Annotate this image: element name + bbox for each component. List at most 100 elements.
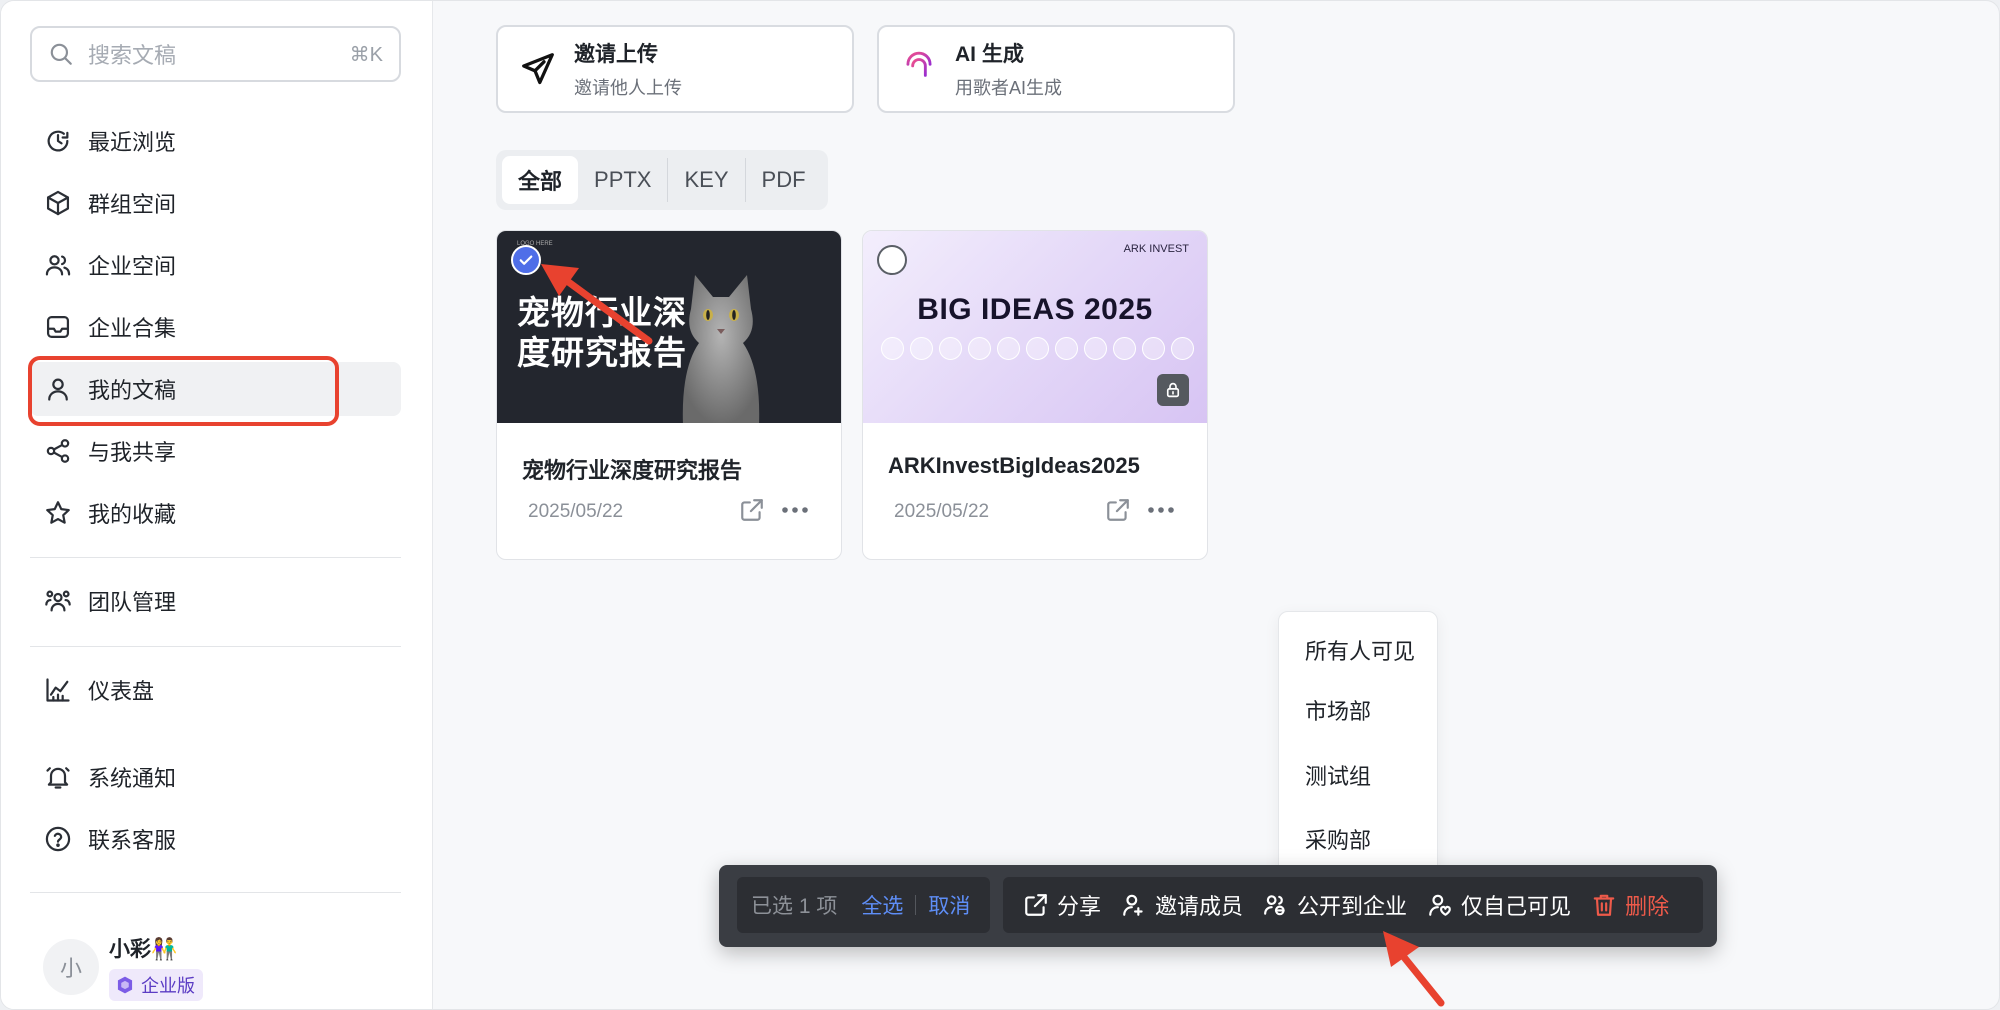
document-card[interactable]: LOGO HERE 宠物行业深 度研究报告 宠物行业深度研究报告 2025/05… xyxy=(496,230,842,560)
menu-item-marketing[interactable]: 市场部 xyxy=(1305,694,1371,726)
bulk-actions: 分享 邀请成员 公开到企业 仅自己可见 删除 xyxy=(1003,877,1703,933)
sidebar-item-label: 系统通知 xyxy=(88,766,177,791)
star-icon xyxy=(46,501,70,524)
filter-tab-pptx[interactable]: PPTX xyxy=(578,156,667,204)
invite-member-label: 邀请成员 xyxy=(1155,894,1244,919)
invite-member-button[interactable]: 邀请成员 xyxy=(1121,889,1243,921)
search-icon xyxy=(50,43,72,65)
select-checkbox[interactable] xyxy=(877,245,907,275)
sidebar-item-enterprise-collection[interactable]: 企业合集 xyxy=(30,300,401,354)
select-checkbox-checked[interactable] xyxy=(511,245,541,275)
add-user-icon xyxy=(1123,894,1143,916)
publish-to-enterprise-button[interactable]: 公开到企业 xyxy=(1263,889,1407,921)
document-thumbnail[interactable]: ARK INVEST BIG IDEAS 2025 xyxy=(863,231,1207,423)
ai-generate-title: AI 生成 xyxy=(955,43,1024,66)
app-window: 搜索文稿 ⌘K 最近浏览 群组空间 企业空间 企业合集 我的文稿 与我共享 我的… xyxy=(0,0,2000,1010)
sidebar-item-label: 企业空间 xyxy=(88,254,177,279)
recent-clock-icon xyxy=(47,130,69,152)
filter-tab-all[interactable]: 全部 xyxy=(502,156,579,204)
sidebar-item-label: 团队管理 xyxy=(88,590,177,615)
document-date: 2025/05/22 xyxy=(528,501,624,522)
sidebar-item-dashboard[interactable]: 仪表盘 xyxy=(30,663,401,717)
sidebar-item-enterprise-space[interactable]: 企业空间 xyxy=(30,238,401,292)
ai-fingerprint-icon xyxy=(906,51,932,85)
sidebar-item-recent[interactable]: 最近浏览 xyxy=(30,114,401,168)
open-external-icon[interactable] xyxy=(739,497,765,523)
help-icon xyxy=(45,826,71,852)
document-name[interactable]: ARKInvestBigIdeas2025 xyxy=(888,453,1140,479)
external-share-icon xyxy=(1025,894,1047,916)
sidebar-item-label: 联系客服 xyxy=(88,828,177,853)
sidebar-item-my-docs[interactable]: 我的文稿 xyxy=(28,356,401,426)
team-icon xyxy=(45,590,71,612)
inbox-icon xyxy=(46,315,70,339)
sidebar-item-label: 我的收藏 xyxy=(88,502,177,527)
sidebar-item-group-space[interactable]: 群组空间 xyxy=(30,176,401,230)
user-profile[interactable]: 小 小彩👫 企业版 xyxy=(43,933,203,1001)
invite-upload-card[interactable]: 邀请上传 邀请他人上传 xyxy=(496,25,854,113)
menu-item-everyone[interactable]: 所有人可见 xyxy=(1305,634,1415,666)
sidebar: 搜索文稿 ⌘K 最近浏览 群组空间 企业空间 企业合集 我的文稿 与我共享 我的… xyxy=(1,1,433,1009)
publish-to-enterprise-label: 公开到企业 xyxy=(1297,894,1408,919)
document-date: 2025/05/22 xyxy=(894,501,990,522)
check-icon xyxy=(519,255,533,265)
main-content: 邀请上传 邀请他人上传 AI 生成 用歌者AI生成 全部 PPTX KEY PD… xyxy=(433,1,1999,1009)
selection-action-bar: 已选 1 项 全选 取消 分享 邀请成员 公开到企业 仅自己可见 删除 xyxy=(719,865,1717,947)
sidebar-item-label: 仪表盘 xyxy=(88,679,155,704)
document-name[interactable]: 宠物行业深度研究报告 xyxy=(522,453,742,485)
private-only-button[interactable]: 仅自己可见 xyxy=(1427,889,1571,921)
sidebar-item-label: 最近浏览 xyxy=(88,130,177,155)
open-external-icon[interactable] xyxy=(1105,497,1131,523)
selection-info: 已选 1 项 全选 取消 xyxy=(737,877,990,933)
menu-item-test-group[interactable]: 测试组 xyxy=(1305,759,1371,791)
chart-icon xyxy=(46,678,70,702)
ai-generate-card[interactable]: AI 生成 用歌者AI生成 xyxy=(877,25,1235,113)
plan-label: 企业版 xyxy=(141,976,195,996)
share-icon xyxy=(46,439,70,463)
locked-badge xyxy=(1157,374,1189,406)
filter-tab-pdf[interactable]: PDF xyxy=(746,156,822,204)
menu-item-procurement[interactable]: 采购部 xyxy=(1305,823,1371,855)
paper-plane-icon xyxy=(522,53,554,85)
users-icon xyxy=(45,255,71,276)
private-user-icon xyxy=(1429,894,1451,916)
invite-upload-subtitle: 邀请他人上传 xyxy=(574,78,682,98)
trash-icon xyxy=(1593,894,1615,916)
sidebar-item-label: 与我共享 xyxy=(88,440,177,465)
delete-button[interactable]: 删除 xyxy=(1591,889,1669,921)
private-only-label: 仅自己可见 xyxy=(1461,894,1572,919)
share-button[interactable]: 分享 xyxy=(1023,889,1101,921)
sidebar-item-shared-with-me[interactable]: 与我共享 xyxy=(30,424,401,478)
sidebar-item-contact-support[interactable]: 联系客服 xyxy=(30,812,401,866)
sidebar-item-favorites[interactable]: 我的收藏 xyxy=(30,486,401,540)
lock-icon xyxy=(1166,382,1180,398)
sidebar-item-label: 我的文稿 xyxy=(88,378,177,403)
thumbnail-brand: ARK INVEST xyxy=(1123,243,1189,255)
cube-icon xyxy=(46,190,70,216)
share-label: 分享 xyxy=(1057,894,1102,919)
cancel-selection-link[interactable]: 取消 xyxy=(928,890,970,920)
sidebar-item-notifications[interactable]: 系统通知 xyxy=(30,750,401,804)
more-options-icon[interactable] xyxy=(781,505,809,515)
visibility-dropdown-menu: 所有人可见 市场部 测试组 采购部 xyxy=(1278,611,1438,876)
group-public-icon xyxy=(1264,895,1285,916)
search-input[interactable]: 搜索文稿 ⌘K xyxy=(30,26,401,82)
sidebar-item-team-management[interactable]: 团队管理 xyxy=(30,574,401,628)
search-placeholder: 搜索文稿 xyxy=(88,43,177,68)
enterprise-shield-icon xyxy=(117,976,133,994)
sidebar-divider xyxy=(30,892,401,893)
document-thumbnail[interactable]: LOGO HERE 宠物行业深 度研究报告 xyxy=(497,231,841,423)
selected-count: 已选 1 项 xyxy=(751,895,838,918)
thumbnail-title: BIG IDEAS 2025 xyxy=(917,293,1153,326)
user-icon xyxy=(48,378,68,401)
filter-tab-key[interactable]: KEY xyxy=(668,156,744,204)
more-options-icon[interactable] xyxy=(1147,505,1175,515)
select-all-link[interactable]: 全选 xyxy=(861,890,903,920)
thumbnail-icon-row xyxy=(881,337,1194,360)
sidebar-item-label: 企业合集 xyxy=(88,316,177,341)
avatar: 小 xyxy=(43,939,99,995)
document-card[interactable]: ARK INVEST BIG IDEAS 2025 ARKInvestBigId… xyxy=(862,230,1208,560)
selection-separator xyxy=(915,895,917,915)
bell-icon xyxy=(46,767,70,789)
plan-badge: 企业版 xyxy=(109,969,203,1001)
